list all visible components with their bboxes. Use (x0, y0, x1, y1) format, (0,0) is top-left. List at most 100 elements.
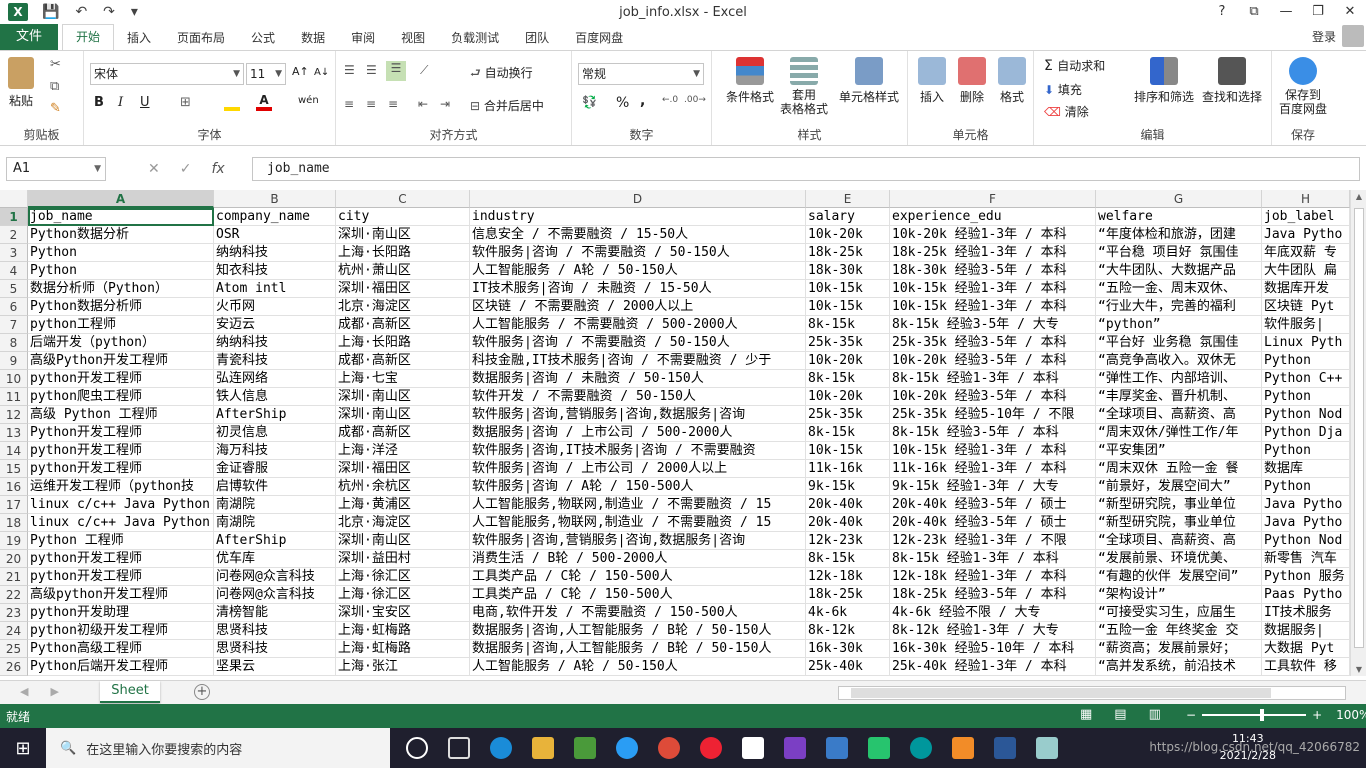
worksheet-grid[interactable]: ABCDEFGH 1 job_name company_name city indust… (0, 190, 1350, 676)
cell[interactable]: 杭州·萧山区 (336, 262, 470, 280)
cell[interactable]: “周末双休 五险一金 餐 (1096, 460, 1262, 478)
cell[interactable]: python初级开发工程师 (28, 622, 214, 640)
cell[interactable]: 10k-20k 经验3-5年 / 本科 (890, 352, 1096, 370)
cell[interactable]: welfare (1096, 208, 1262, 226)
copy-icon[interactable]: ⧉ (50, 79, 59, 94)
help-button[interactable]: ? (1206, 0, 1238, 24)
row-header[interactable]: 10 (0, 370, 28, 388)
cell[interactable]: 纳纳科技 (214, 334, 336, 352)
cell[interactable]: “高竞争高收入。双休无 (1096, 352, 1262, 370)
cell[interactable]: “前景好，发展空间大” (1096, 478, 1262, 496)
cell[interactable]: 北京·海淀区 (336, 514, 470, 532)
cell[interactable]: python开发助理 (28, 604, 214, 622)
cell[interactable]: 软件服务|咨询 / 不需要融资 / 50-150人 (470, 244, 806, 262)
file-tab[interactable]: 文件 (0, 24, 58, 50)
row-header[interactable]: 18 (0, 514, 28, 532)
cell[interactable]: Java Pytho (1262, 226, 1350, 244)
cell[interactable]: Python Dja (1262, 424, 1350, 442)
cell[interactable]: 18k-25k 经验3-5年 / 本科 (890, 586, 1096, 604)
netease-music-icon[interactable] (700, 737, 722, 759)
next-sheet-icon[interactable]: ▶ (50, 685, 58, 698)
cell[interactable]: “可接受实习生，应届生 (1096, 604, 1262, 622)
cell[interactable]: 10k-15k (806, 298, 890, 316)
cell[interactable]: Python (28, 262, 214, 280)
cell[interactable]: 工具类产品 / C轮 / 150-500人 (470, 568, 806, 586)
shrink-font-button[interactable]: A↓ (314, 67, 329, 78)
cell[interactable]: “平台好 业务稳 氛围佳 (1096, 334, 1262, 352)
cell[interactable]: 消费生活 / B轮 / 500-2000人 (470, 550, 806, 568)
cell[interactable]: 大牛团队 扁 (1262, 262, 1350, 280)
cell[interactable]: 12k-18k (806, 568, 890, 586)
format-painter-icon[interactable]: ✎ (50, 101, 61, 116)
cell[interactable]: IT技术服务 (1262, 604, 1350, 622)
underline-button[interactable]: U (140, 95, 150, 110)
cell[interactable]: “架构设计” (1096, 586, 1262, 604)
cell[interactable]: 人工智能服务,物联网,制造业 / 不需要融资 / 15 (470, 496, 806, 514)
column-header[interactable]: A (28, 190, 214, 208)
cell[interactable]: AfterShip (214, 406, 336, 424)
bold-button[interactable]: B (94, 95, 104, 110)
cell[interactable]: Python高级工程师 (28, 640, 214, 658)
cell[interactable]: 20k-40k 经验3-5年 / 硕士 (890, 496, 1096, 514)
cell[interactable]: 25k-35k 经验3-5年 / 本科 (890, 334, 1096, 352)
word-icon[interactable] (994, 737, 1016, 759)
increase-decimal-icon[interactable]: ←.0 (662, 95, 678, 105)
cell[interactable]: 10k-15k (806, 280, 890, 298)
border-icon[interactable]: ⊞ (180, 95, 191, 110)
percent-style-button[interactable]: % (616, 95, 629, 111)
cell[interactable]: 北京·海淀区 (336, 298, 470, 316)
row-header[interactable]: 26 (0, 658, 28, 676)
cell[interactable]: 电商,软件开发 / 不需要融资 / 150-500人 (470, 604, 806, 622)
cell[interactable]: 高级 Python 工程师 (28, 406, 214, 424)
cell[interactable]: Python (1262, 388, 1350, 406)
align-bottom-icon[interactable]: ☰ (386, 61, 406, 81)
cell[interactable]: 10k-15k 经验1-3年 / 本科 (890, 442, 1096, 460)
cell[interactable]: Linux Pyth (1262, 334, 1350, 352)
cell[interactable]: 区块链 Pyt (1262, 298, 1350, 316)
cell[interactable]: 软件开发 / 不需要融资 / 50-150人 (470, 388, 806, 406)
insert-cells-button[interactable]: 插入 (914, 57, 950, 105)
row-header[interactable]: 7 (0, 316, 28, 334)
align-middle-icon[interactable]: ☰ (366, 63, 377, 77)
grow-font-button[interactable]: A↑ (292, 65, 309, 78)
italic-button[interactable]: I (118, 95, 123, 110)
cell[interactable]: 纳纳科技 (214, 244, 336, 262)
cell[interactable]: 上海·虹梅路 (336, 640, 470, 658)
cell[interactable]: “大牛团队、大数据产品 (1096, 262, 1262, 280)
phonetic-button[interactable]: wén (298, 95, 319, 106)
cell[interactable]: 高级Python开发工程师 (28, 352, 214, 370)
orientation-icon[interactable]: ⟋ (420, 63, 428, 78)
cell[interactable]: 思贤科技 (214, 640, 336, 658)
ribbon-tab[interactable]: 数据 (288, 26, 338, 50)
cell[interactable]: 8k-12k (806, 622, 890, 640)
cell[interactable]: “平安集团” (1096, 442, 1262, 460)
cell[interactable]: 18k-30k 经验3-5年 / 本科 (890, 262, 1096, 280)
column-header[interactable]: G (1096, 190, 1262, 208)
cell[interactable]: 25k-40k 经验1-3年 / 本科 (890, 658, 1096, 676)
ribbon-tab[interactable]: 开始 (62, 24, 115, 50)
cell[interactable]: linux c/c++ Java Python (28, 514, 214, 532)
cell[interactable]: 深圳·南山区 (336, 406, 470, 424)
cell[interactable]: 问卷网@众言科技 (214, 586, 336, 604)
ribbon-tab[interactable]: 团队 (512, 26, 562, 50)
row-header[interactable]: 24 (0, 622, 28, 640)
cell[interactable]: python开发工程师 (28, 460, 214, 478)
cell[interactable]: AfterShip (214, 532, 336, 550)
minimize-button[interactable]: — (1270, 0, 1302, 24)
zoom-in-button[interactable]: + (1312, 708, 1322, 722)
fill-button[interactable]: ⬇ 填充 (1044, 81, 1082, 98)
cell[interactable]: “全球项目、高薪资、高 (1096, 406, 1262, 424)
cell[interactable]: python开发工程师 (28, 550, 214, 568)
cell[interactable]: Python (28, 244, 214, 262)
cell[interactable]: 18k-25k 经验1-3年 / 本科 (890, 244, 1096, 262)
cell[interactable]: “新型研究院，事业单位 (1096, 496, 1262, 514)
cell[interactable]: “周末双休/弹性工作/年 (1096, 424, 1262, 442)
column-header[interactable]: H (1262, 190, 1350, 208)
autosum-button[interactable]: Σ 自动求和 (1044, 57, 1105, 74)
column-header[interactable]: B (214, 190, 336, 208)
cell[interactable]: 区块链 / 不需要融资 / 2000人以上 (470, 298, 806, 316)
cell[interactable]: 软件服务|咨询 / 上市公司 / 2000人以上 (470, 460, 806, 478)
cell[interactable]: python开发工程师 (28, 568, 214, 586)
cell[interactable]: 人工智能服务 / A轮 / 50-150人 (470, 262, 806, 280)
row-header[interactable]: 25 (0, 640, 28, 658)
